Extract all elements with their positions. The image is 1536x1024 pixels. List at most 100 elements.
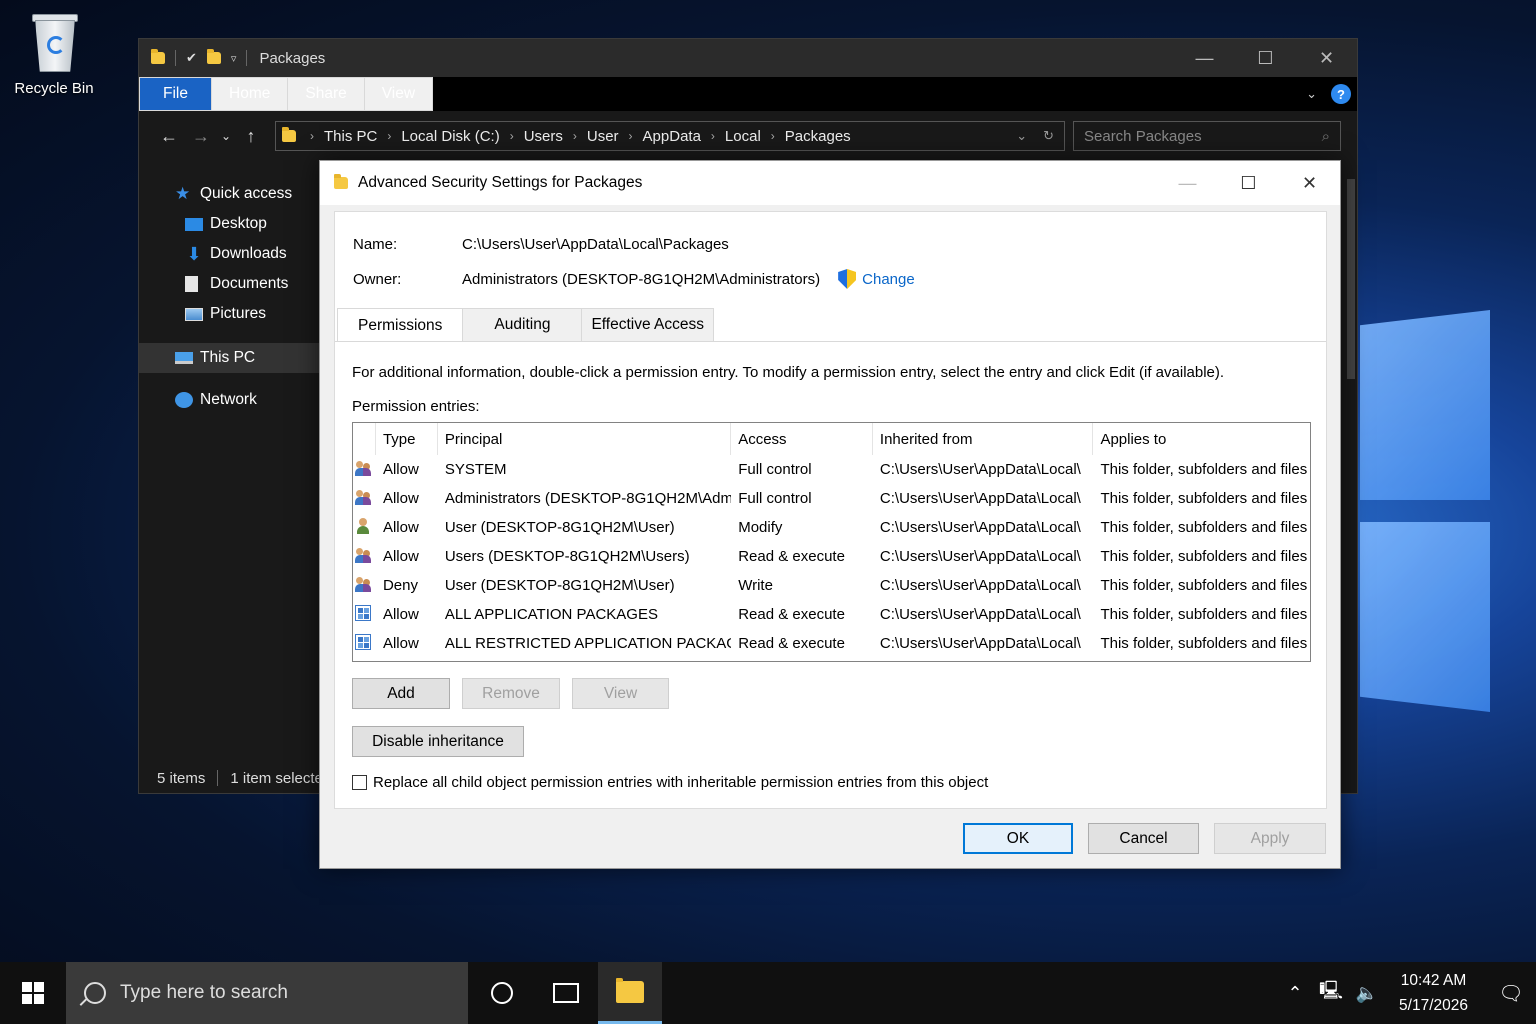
breadcrumb-local-disk[interactable]: Local Disk (C:) <box>401 128 499 145</box>
volume-icon[interactable]: 🔈 <box>1349 983 1385 1004</box>
address-dropdown-icon[interactable]: ⌄ <box>1016 128 1027 144</box>
checkbox-box[interactable] <box>352 775 367 790</box>
minimize-icon[interactable]: — <box>1174 39 1235 77</box>
cell-inherited: C:\Users\User\AppData\Local\ <box>879 606 1081 623</box>
sidebar-item-this-pc[interactable]: This PC <box>139 343 319 373</box>
table-row[interactable]: Allow SYSTEM Full control C:\Users\User\App… <box>353 455 1310 484</box>
recycle-bin-label: Recycle Bin <box>14 80 94 97</box>
replace-child-permissions-checkbox[interactable]: Replace all child object permission entr… <box>352 774 988 791</box>
sidebar-item-quick-access[interactable]: ★ Quick access <box>139 179 319 209</box>
cell-applies: This folder, subfolders and files <box>1100 461 1308 478</box>
maximize-icon[interactable]: ☐ <box>1218 161 1279 205</box>
recycle-bin[interactable]: Recycle Bin <box>8 10 100 97</box>
breadcrumb-local[interactable]: Local <box>725 128 761 145</box>
ribbon-tab-view[interactable]: View <box>363 77 434 111</box>
sidebar-item-downloads[interactable]: ⬇ Downloads <box>139 239 319 269</box>
apply-button[interactable]: Apply <box>1214 823 1326 854</box>
cell-access: Write <box>738 577 773 594</box>
sidebar-item-documents[interactable]: Documents <box>139 269 319 299</box>
cortana-button[interactable] <box>470 962 534 1024</box>
breadcrumb-users[interactable]: Users <box>524 128 563 145</box>
breadcrumb-user[interactable]: User <box>587 128 619 145</box>
cell-access: Full control <box>738 461 812 478</box>
computer-icon <box>175 352 193 364</box>
network-status-icon[interactable]: 🖳 <box>1313 978 1349 1008</box>
close-icon[interactable]: ✕ <box>1296 39 1357 77</box>
breadcrumb-packages[interactable]: Packages <box>785 128 851 145</box>
explorer-window-controls: — ☐ ✕ <box>1174 39 1357 77</box>
ribbon-tab-file[interactable]: File <box>139 77 212 111</box>
sidebar-item-pictures[interactable]: Pictures <box>139 299 319 329</box>
column-applies-to[interactable]: Applies to <box>1093 423 1310 455</box>
breadcrumb-appdata[interactable]: AppData <box>643 128 701 145</box>
close-icon[interactable]: ✕ <box>1279 161 1340 205</box>
pictures-icon <box>185 307 203 321</box>
ribbon-tab-share[interactable]: Share <box>287 77 365 111</box>
refresh-icon[interactable]: ↻ <box>1043 128 1054 144</box>
column-principal[interactable]: Principal <box>438 423 732 455</box>
column-inherited-from[interactable]: Inherited from <box>873 423 1094 455</box>
back-arrow-icon[interactable]: ← <box>153 126 185 147</box>
start-button[interactable] <box>0 962 66 1024</box>
table-row[interactable]: Allow ALL RESTRICTED APPLICATION PACKAGES… <box>353 629 1310 658</box>
taskbar: Type here to search ⌃ 🖳 🔈 10:42 AM 5/17/… <box>0 962 1536 1024</box>
action-center-icon[interactable]: 🗨 <box>1486 981 1536 1006</box>
sidebar-item-network[interactable]: Network <box>139 385 319 415</box>
tab-auditing[interactable]: Auditing <box>462 308 583 342</box>
new-folder-icon[interactable] <box>206 49 221 64</box>
remove-button[interactable]: Remove <box>462 678 560 709</box>
properties-icon[interactable]: ✔ <box>186 50 197 66</box>
ribbon-tab-home[interactable]: Home <box>211 77 289 111</box>
permission-entries-list[interactable]: Type Principal Access Inherited from App… <box>352 422 1311 662</box>
change-owner-link[interactable]: Change <box>838 269 915 289</box>
ok-button[interactable]: OK <box>963 823 1073 854</box>
table-row[interactable]: Deny User (DESKTOP-8G1QH2M\User) Write C:\U… <box>353 571 1310 600</box>
system-tray: ⌃ 🖳 🔈 10:42 AM 5/17/2026 🗨 <box>1277 962 1536 1024</box>
taskbar-search-box[interactable]: Type here to search <box>66 962 468 1024</box>
sidebar-item-desktop[interactable]: Desktop <box>139 209 319 239</box>
cell-type: Allow <box>382 606 419 623</box>
add-button[interactable]: Add <box>352 678 450 709</box>
disable-inheritance-button[interactable]: Disable inheritance <box>352 726 524 757</box>
maximize-icon[interactable]: ☐ <box>1235 39 1296 77</box>
expand-ribbon-icon[interactable]: ⌄ <box>1306 86 1317 102</box>
clock[interactable]: 10:42 AM 5/17/2026 <box>1385 968 1486 1018</box>
table-row[interactable]: Allow Users (DESKTOP-8G1QH2M\Users) Read &… <box>353 542 1310 571</box>
address-bar-row: ← → ⌄ ↑ › This PC › Local Disk (C:) › Users… <box>139 111 1357 161</box>
view-button[interactable]: View <box>572 678 669 709</box>
file-explorer-taskbar-button[interactable] <box>598 962 662 1024</box>
owner-row: Owner: Administrators (DESKTOP-8G1QH2M\A… <box>353 269 915 289</box>
address-bar[interactable]: › This PC › Local Disk (C:) › Users › User ›… <box>275 121 1065 151</box>
column-type[interactable]: Type <box>376 423 438 455</box>
help-icon[interactable]: ? <box>1331 84 1351 104</box>
info-text: For additional information, double-click… <box>352 364 1225 381</box>
task-view-button[interactable] <box>534 962 598 1024</box>
network-icon <box>175 392 193 408</box>
cell-inherited: C:\Users\User\AppData\Local\ <box>879 577 1081 594</box>
table-row[interactable]: Allow Administrators (DESKTOP-8G1QH2M\Adm… <box>353 484 1310 513</box>
selection-count: 1 item selecte <box>230 769 323 787</box>
table-row[interactable]: Allow ALL APPLICATION PACKAGES Read & exec… <box>353 600 1310 629</box>
chevron-up-icon[interactable]: ⌃ <box>1277 983 1313 1004</box>
explorer-search-box[interactable]: Search Packages ⌕ <box>1073 121 1341 151</box>
recent-locations-icon[interactable]: ⌄ <box>217 129 235 143</box>
scrollbar[interactable] <box>1347 179 1355 379</box>
forward-arrow-icon[interactable]: → <box>185 126 217 147</box>
tab-effective-access[interactable]: Effective Access <box>581 308 715 342</box>
permission-entries-label: Permission entries: <box>352 398 480 415</box>
cell-applies: This folder, subfolders and files <box>1100 490 1308 507</box>
breadcrumb-this-pc[interactable]: This PC <box>324 128 377 145</box>
navigation-pane: ★ Quick access Desktop ⬇ Downloads Docum… <box>139 179 319 415</box>
tab-permissions[interactable]: Permissions <box>337 308 464 343</box>
customize-toolbar-icon[interactable]: ▿ <box>231 52 237 65</box>
cell-type: Allow <box>382 519 419 536</box>
column-access[interactable]: Access <box>731 423 873 455</box>
table-row[interactable]: Allow User (DESKTOP-8G1QH2M\User) Modify C:… <box>353 513 1310 542</box>
cell-applies: This folder, subfolders and files <box>1100 635 1308 652</box>
cancel-button[interactable]: Cancel <box>1088 823 1199 854</box>
app-package-icon <box>355 604 371 621</box>
up-arrow-icon[interactable]: ↑ <box>235 126 267 147</box>
user-group-icon <box>355 547 371 563</box>
dialog-body: Name: C:\Users\User\AppData\Local\Packag… <box>334 211 1327 809</box>
replace-child-permissions-label: Replace all child object permission entr… <box>373 774 989 791</box>
